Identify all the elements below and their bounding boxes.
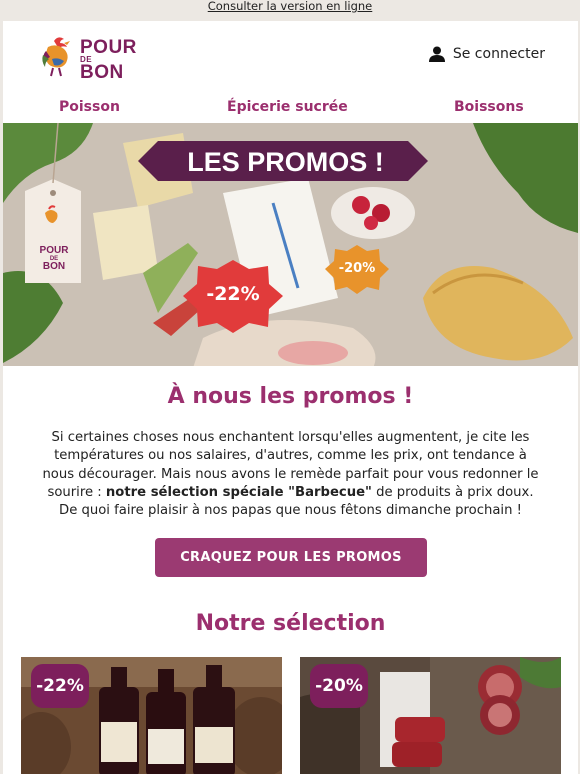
user-icon <box>428 46 445 62</box>
product-card-wine[interactable]: -22% <box>21 657 282 774</box>
hero-tag-logo: POUR DE BON <box>33 246 75 272</box>
nav-item-boissons[interactable]: Boissons <box>454 99 524 115</box>
brand-logo[interactable]: POUR DE BON <box>40 35 145 83</box>
intro-bold: notre sélection spéciale "Barbecue" <box>105 484 372 500</box>
product-card-meat[interactable]: -20% <box>300 657 561 774</box>
section-title-promos: À nous les promos ! <box>167 384 414 409</box>
promos-cta-button[interactable]: CRAQUEZ POUR LES PROMOS <box>155 538 427 577</box>
product-discount-badge: -20% <box>310 664 368 708</box>
logo-wordmark: POUR DE BON <box>80 38 137 83</box>
category-nav: Poisson Épicerie sucrée Boissons <box>3 99 578 119</box>
nav-item-epicerie-sucree[interactable]: Épicerie sucrée <box>227 99 348 115</box>
logo-line-2: BON <box>80 62 124 83</box>
tag-line-2: BON <box>42 261 66 272</box>
hero-badge-20: -20% <box>338 261 376 276</box>
section-title-selection: Notre sélection <box>195 611 386 636</box>
tag-line-1: POUR <box>39 245 69 256</box>
intro-paragraph: Si certaines choses nous enchantent lors… <box>39 429 542 520</box>
email-card: POUR DE BON Se connecter Poisson Épiceri… <box>3 21 578 774</box>
nav-item-poisson[interactable]: Poisson <box>59 99 120 115</box>
product-discount-badge: -22% <box>31 664 89 708</box>
login-label: Se connecter <box>452 46 545 62</box>
login-button[interactable]: Se connecter <box>428 46 545 62</box>
rooster-logo-icon <box>42 37 70 77</box>
view-online-link[interactable]: Consulter la version en ligne <box>0 0 580 14</box>
hero-banner[interactable]: LES PROMOS ! POUR DE BON -22% -20% <box>3 123 578 366</box>
hero-badge-22: -22% <box>206 283 260 305</box>
hero-title: LES PROMOS ! <box>187 147 384 177</box>
